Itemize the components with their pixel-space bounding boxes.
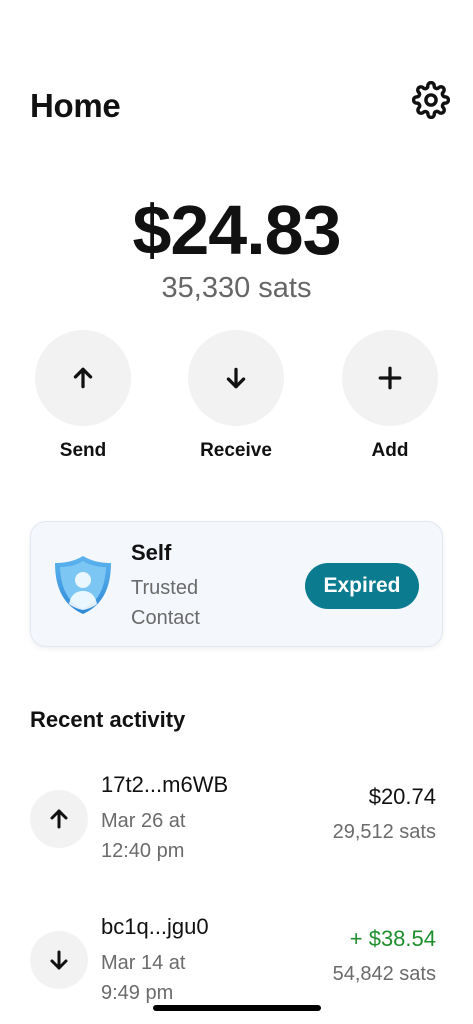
status-badge[interactable]: Expired bbox=[305, 563, 419, 609]
balance: $24.83 35,330 sats bbox=[0, 188, 473, 306]
add-button[interactable]: Add bbox=[330, 330, 450, 462]
transaction-row[interactable]: 17t2...m6WB Mar 26 at 12:40 pm $20.74 29… bbox=[30, 772, 443, 882]
balance-fiat: $24.83 bbox=[132, 191, 341, 269]
arrow-down-icon bbox=[50, 950, 68, 970]
header: Home bbox=[30, 78, 450, 134]
tx-sats: 54,842 sats bbox=[332, 963, 436, 985]
tx-date: Mar 14 at 9:49 pm bbox=[101, 952, 186, 1004]
tx-amount: + $38.54 bbox=[349, 926, 436, 951]
recent-activity-title: Recent activity bbox=[30, 707, 186, 732]
add-button-circle[interactable] bbox=[342, 330, 438, 426]
shield-user-icon bbox=[55, 556, 111, 614]
receive-button-circle[interactable] bbox=[188, 330, 284, 426]
settings-button[interactable] bbox=[411, 80, 451, 120]
tx-address: 17t2...m6WB bbox=[101, 772, 229, 797]
trusted-contact-card[interactable]: Self Trusted Contact Expired bbox=[30, 521, 443, 647]
send-button-circle[interactable] bbox=[35, 330, 131, 426]
home-indicator[interactable] bbox=[153, 1005, 321, 1011]
send-label: Send bbox=[59, 440, 107, 461]
action-row: Send Receive Add bbox=[0, 330, 473, 470]
send-button[interactable]: Send bbox=[23, 330, 143, 462]
contact-description: Trusted Contact bbox=[131, 577, 200, 629]
tx-address: bc1q...jgu0 bbox=[101, 914, 209, 939]
tx-amount: $20.74 bbox=[368, 784, 436, 809]
home-screen: Home $24.83 35,330 sats Send Receive Add… bbox=[0, 0, 473, 1024]
arrow-up-icon bbox=[73, 367, 93, 389]
page-title: Home bbox=[30, 87, 121, 124]
receive-label: Receive bbox=[200, 440, 272, 461]
arrow-up-icon bbox=[50, 809, 68, 829]
tx-sats: 29,512 sats bbox=[332, 821, 436, 843]
plus-icon bbox=[378, 366, 402, 390]
add-label: Add bbox=[371, 440, 409, 461]
receive-button[interactable]: Receive bbox=[176, 330, 296, 462]
tx-direction bbox=[30, 790, 88, 848]
tx-direction bbox=[30, 931, 88, 989]
tx-date: Mar 26 at 12:40 pm bbox=[101, 810, 186, 862]
arrow-down-icon bbox=[226, 367, 246, 389]
gear-icon bbox=[412, 81, 450, 119]
contact-name: Self bbox=[131, 540, 172, 565]
balance-sats: 35,330 sats bbox=[161, 272, 312, 304]
